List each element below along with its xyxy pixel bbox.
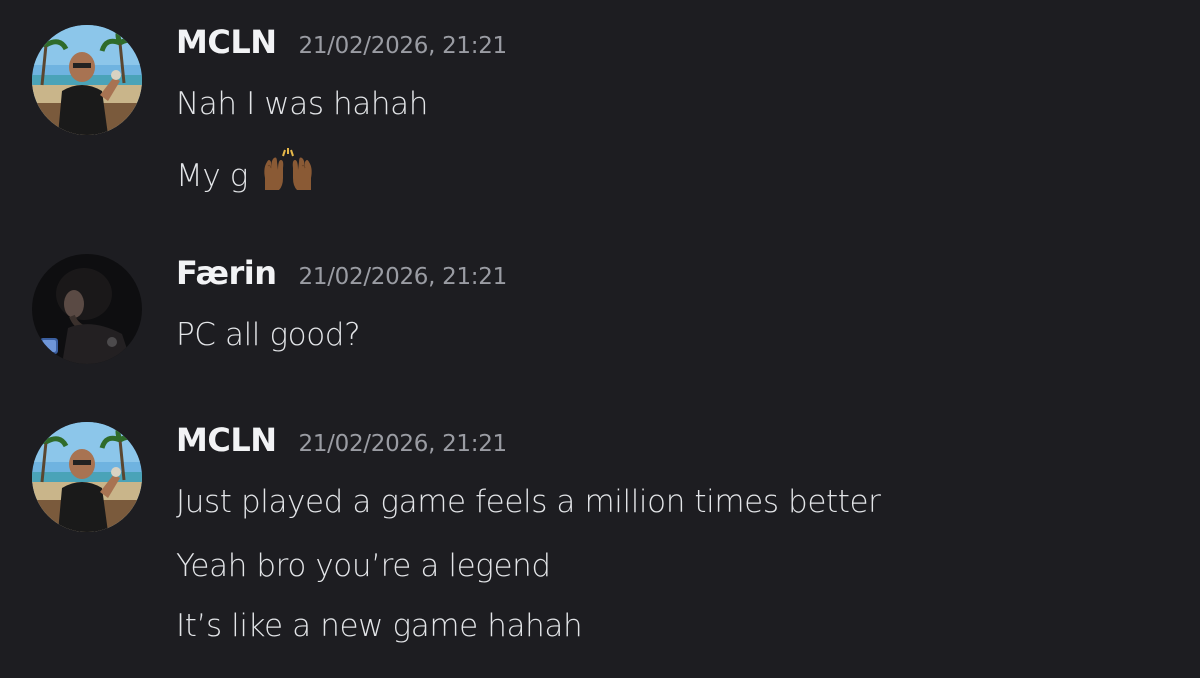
avatar[interactable] (32, 25, 142, 135)
username[interactable]: Færin (176, 254, 277, 292)
message-group: Færin 21/02/2026, 21:21 PC all good? (0, 220, 1200, 400)
message-text: My g (176, 148, 315, 202)
message-line: Yeah bro you’re a legend (176, 548, 551, 584)
message-text: Nah I was hahah (176, 84, 428, 124)
message-line: Just played a game feels a million times… (176, 484, 881, 520)
raising-hands-emoji-icon (261, 148, 315, 202)
message-text: It’s like a new game hahah (176, 606, 583, 646)
timestamp: 21/02/2026, 21:21 (298, 264, 508, 290)
username[interactable]: MCLN (176, 421, 277, 459)
message-line: PC all good? (176, 317, 361, 353)
message-line: It’s like a new game hahah (176, 608, 583, 644)
message-header: MCLN 21/02/2026, 21:21 (176, 421, 507, 465)
message-group: MCLN 21/02/2026, 21:21 Just played a gam… (0, 400, 1200, 678)
chat-message-list: MCLN 21/02/2026, 21:21 Nah I was hahah M… (0, 0, 1200, 678)
timestamp: 21/02/2026, 21:21 (298, 33, 508, 59)
timestamp: 21/02/2026, 21:21 (298, 431, 508, 457)
message-text: PC all good? (176, 315, 361, 355)
message-group: MCLN 21/02/2026, 21:21 Nah I was hahah M… (0, 0, 1200, 220)
avatar[interactable] (32, 422, 142, 532)
message-line: Nah I was hahah (176, 86, 428, 122)
message-header: Færin 21/02/2026, 21:21 (176, 254, 507, 298)
message-header: MCLN 21/02/2026, 21:21 (176, 23, 507, 67)
message-text: Just played a game feels a million times… (176, 482, 881, 522)
username[interactable]: MCLN (176, 23, 277, 61)
beach-selfie-avatar-icon (32, 25, 142, 135)
beach-selfie-avatar-icon (32, 422, 142, 532)
message-line: My g (176, 158, 248, 194)
message-text: Yeah bro you’re a legend (176, 546, 551, 586)
dark-portrait-avatar-icon (32, 254, 142, 364)
avatar[interactable] (32, 254, 142, 364)
